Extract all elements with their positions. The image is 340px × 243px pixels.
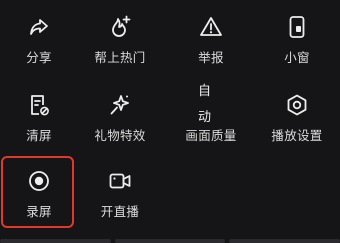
playback-settings-label: 播放设置 bbox=[271, 128, 323, 143]
share-label: 分享 bbox=[26, 50, 52, 65]
gift-effects-label: 礼物特效 bbox=[94, 128, 146, 143]
share-panel: 分享 帮上热门 举报 小窗 清屏 礼物特效 自动 画面质量 播放设置 录屏 开直… bbox=[0, 0, 340, 243]
record-icon bbox=[26, 168, 52, 194]
report-label: 举报 bbox=[198, 50, 224, 65]
small-window-button[interactable]: 小窗 bbox=[258, 6, 336, 76]
record-screen-label: 录屏 bbox=[26, 204, 52, 219]
go-live-label: 开直播 bbox=[100, 204, 140, 219]
clear-screen-label: 清屏 bbox=[26, 128, 52, 143]
picture-quality-button[interactable]: 自动 画面质量 bbox=[172, 84, 250, 154]
share-icon bbox=[26, 14, 52, 40]
sparkle-icon bbox=[107, 92, 133, 118]
trending-button[interactable]: 帮上热门 bbox=[81, 6, 159, 76]
share-button[interactable]: 分享 bbox=[0, 6, 78, 76]
gift-effects-button[interactable]: 礼物特效 bbox=[81, 84, 159, 154]
camera-icon bbox=[107, 168, 133, 194]
report-button[interactable]: 举报 bbox=[172, 6, 250, 76]
bottom-divider-segment bbox=[114, 239, 226, 243]
clear-screen-button[interactable]: 清屏 bbox=[0, 84, 78, 154]
menu-grid: 分享 帮上热门 举报 小窗 清屏 礼物特效 自动 画面质量 播放设置 录屏 开直… bbox=[0, 0, 340, 243]
flame-plus-icon bbox=[107, 14, 133, 40]
phone-window-icon bbox=[284, 14, 310, 40]
hexagon-gear-icon bbox=[284, 92, 310, 118]
clear-screen-icon bbox=[26, 92, 52, 118]
warning-icon bbox=[198, 14, 224, 40]
bottom-divider-segment bbox=[0, 239, 111, 243]
picture-quality-label: 画面质量 bbox=[185, 128, 237, 143]
small-window-label: 小窗 bbox=[284, 50, 310, 65]
quality-auto-text: 自动 bbox=[198, 84, 212, 125]
bottom-divider bbox=[0, 239, 340, 243]
trending-label: 帮上热门 bbox=[94, 50, 146, 65]
record-screen-button[interactable]: 录屏 bbox=[0, 160, 78, 230]
bottom-divider-segment bbox=[229, 239, 340, 243]
go-live-button[interactable]: 开直播 bbox=[81, 160, 159, 230]
playback-settings-button[interactable]: 播放设置 bbox=[258, 84, 336, 154]
quality-auto-indicator: 自动 bbox=[198, 84, 224, 125]
